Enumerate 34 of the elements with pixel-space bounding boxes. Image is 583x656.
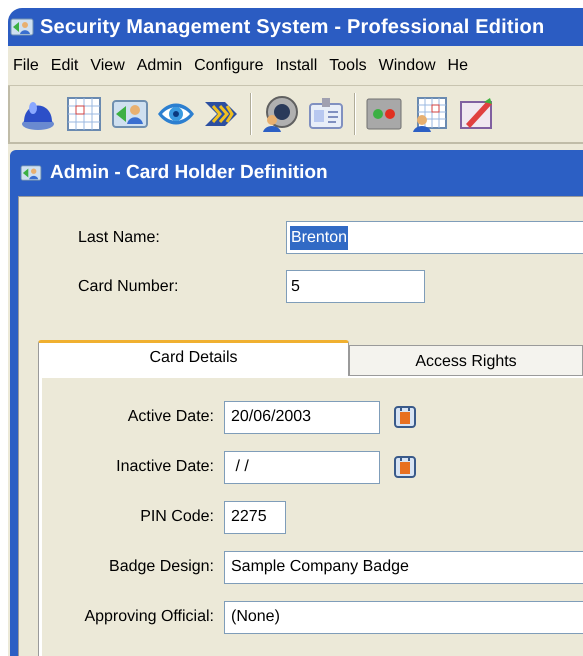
field-label: Last Name:: [77, 228, 161, 248]
grid-user-icon[interactable]: [410, 94, 450, 134]
text-field[interactable]: Brenton: [286, 221, 583, 254]
field-label: PIN Code:: [139, 507, 215, 527]
text-field[interactable]: 2275: [224, 500, 286, 534]
tab[interactable]: Card Details: [38, 340, 349, 376]
menu-item[interactable]: Admin: [132, 54, 188, 78]
calendar-icon[interactable]: [393, 405, 417, 429]
menu-item[interactable]: View: [85, 54, 130, 78]
menu-item[interactable]: Window: [374, 54, 441, 78]
menu-item[interactable]: Tools: [324, 54, 372, 78]
field-label: Card Number:: [77, 276, 180, 296]
window-title: Security Management System - Professional Edition: [40, 15, 544, 40]
field-label: Badge Design:: [108, 557, 215, 577]
child-window-title: Admin - Card Holder Definition: [50, 160, 328, 185]
speaker-user-icon[interactable]: [260, 94, 300, 134]
menu-item[interactable]: Configure: [189, 54, 268, 78]
app-icon: [10, 17, 34, 37]
grid-icon[interactable]: [64, 94, 104, 134]
field-label: Inactive Date:: [115, 457, 215, 477]
text-field[interactable]: Sample Company Badge: [224, 550, 583, 584]
field-label: Active Date:: [126, 407, 215, 427]
text-field[interactable]: 20/06/2003: [224, 400, 380, 434]
menu-item[interactable]: Edit: [46, 54, 84, 78]
calendar-icon[interactable]: [393, 455, 417, 479]
menu-item[interactable]: File: [8, 54, 44, 78]
field-label: Approving Official:: [83, 607, 215, 627]
tab[interactable]: Access Rights: [349, 345, 583, 376]
menu-item[interactable]: Install: [270, 54, 322, 78]
text-field[interactable]: / /: [224, 450, 380, 484]
text-field[interactable]: 5: [286, 270, 425, 303]
menu-item[interactable]: He: [442, 54, 473, 78]
card-user-icon: [20, 164, 42, 182]
text-field[interactable]: (None): [224, 600, 583, 634]
